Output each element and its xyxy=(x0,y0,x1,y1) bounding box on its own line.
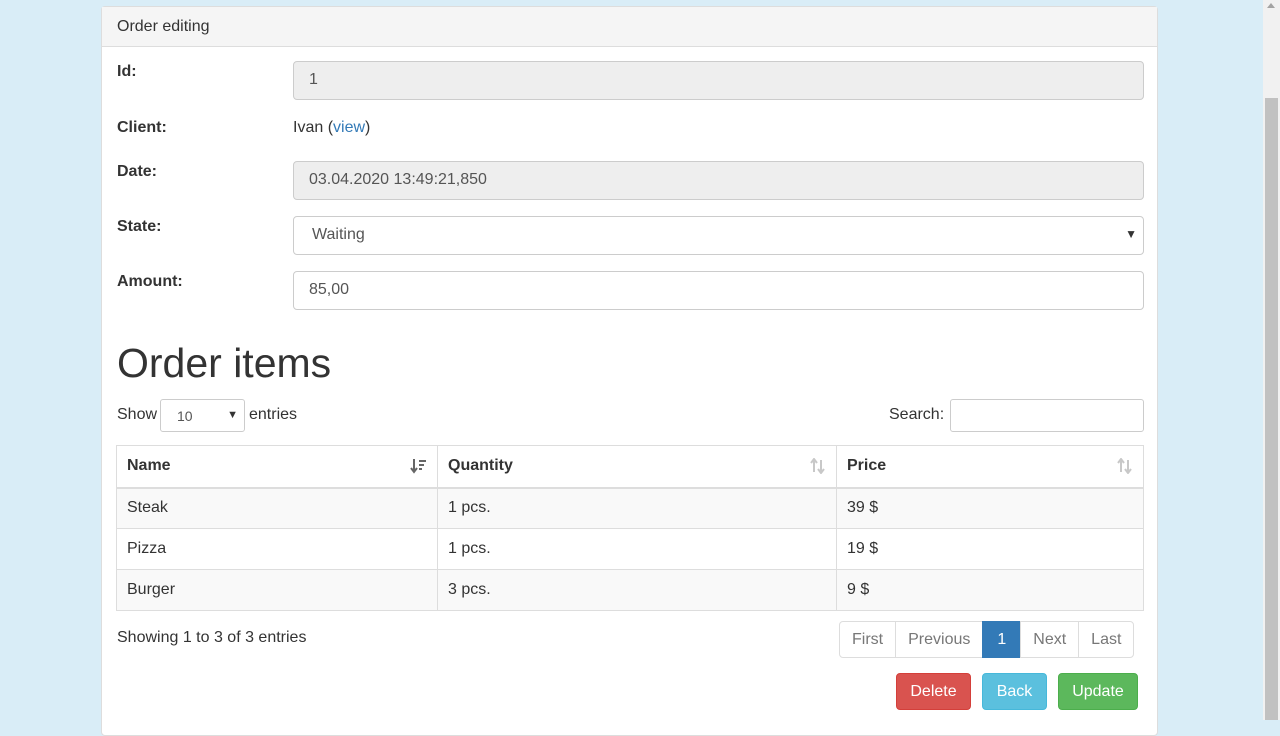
search-label: Search: xyxy=(889,406,945,423)
date-label: Date: xyxy=(117,163,158,180)
client-close-paren: ) xyxy=(365,119,371,136)
client-name: Ivan xyxy=(293,119,324,136)
table-row: Steak 1 pcs. 39 $ xyxy=(116,487,1144,529)
order-editing-panel: Order editing Id: 1 Client: Ivan (view) … xyxy=(101,6,1158,736)
cell-price: 9 $ xyxy=(836,569,1144,611)
date-field[interactable]: 03.04.2020 13:49:21,850 xyxy=(293,161,1144,200)
client-label: Client: xyxy=(117,119,167,136)
pagination-next[interactable]: Next xyxy=(1020,621,1080,658)
column-header-name[interactable]: Name xyxy=(116,445,438,489)
state-label: State: xyxy=(117,218,162,235)
sort-descending-icon xyxy=(410,459,426,474)
entries-select[interactable]: 10 ▼ xyxy=(160,399,245,432)
client-view-link[interactable]: view xyxy=(333,119,365,136)
chevron-down-icon: ▼ xyxy=(1125,227,1137,241)
cell-name: Burger xyxy=(116,569,438,611)
table-row: Burger 3 pcs. 9 $ xyxy=(116,569,1144,611)
sort-both-icon xyxy=(1117,458,1132,474)
id-field[interactable]: 1 xyxy=(293,61,1144,100)
sort-both-icon xyxy=(810,458,825,474)
entries-label: entries xyxy=(249,406,298,423)
pagination-previous[interactable]: Previous xyxy=(895,621,984,658)
scrollbar-thumb[interactable] xyxy=(1265,98,1278,720)
cell-quantity: 1 pcs. xyxy=(437,487,837,529)
order-items-table: Name Quantity Price Steak 1 pcs. 39 $ Pi… xyxy=(116,445,1144,611)
order-items-title: Order items xyxy=(117,340,332,386)
cell-price: 19 $ xyxy=(836,528,1144,570)
state-select-value: Waiting xyxy=(312,226,365,243)
amount-field[interactable]: 85,00 xyxy=(293,271,1144,310)
scroll-up-arrow-icon[interactable] xyxy=(1267,3,1275,8)
cell-quantity: 1 pcs. xyxy=(437,528,837,570)
table-info: Showing 1 to 3 of 3 entries xyxy=(117,629,307,646)
column-header-price[interactable]: Price xyxy=(836,445,1144,489)
cell-name: Pizza xyxy=(116,528,438,570)
update-button[interactable]: Update xyxy=(1058,673,1138,710)
pagination-last[interactable]: Last xyxy=(1078,621,1135,658)
table-row: Pizza 1 pcs. 19 $ xyxy=(116,528,1144,570)
cell-quantity: 3 pcs. xyxy=(437,569,837,611)
panel-heading: Order editing xyxy=(102,7,1157,47)
cell-name: Steak xyxy=(116,487,438,529)
pagination: First Previous 1 Next Last xyxy=(839,621,1135,658)
client-open-paren: ( xyxy=(323,119,334,136)
delete-button[interactable]: Delete xyxy=(896,673,971,710)
id-label: Id: xyxy=(117,63,137,80)
show-label: Show xyxy=(117,406,158,423)
entries-select-value: 10 xyxy=(177,408,193,424)
back-button[interactable]: Back xyxy=(982,673,1047,710)
cell-price: 39 $ xyxy=(836,487,1144,529)
page-scrollbar[interactable] xyxy=(1263,0,1280,720)
amount-label: Amount: xyxy=(117,273,183,290)
chevron-down-icon: ▼ xyxy=(227,409,238,421)
column-header-quantity[interactable]: Quantity xyxy=(437,445,837,489)
pagination-page-1[interactable]: 1 xyxy=(982,621,1022,658)
pagination-first[interactable]: First xyxy=(839,621,897,658)
search-input[interactable] xyxy=(950,399,1144,432)
state-select[interactable]: Waiting ▼ xyxy=(293,216,1144,255)
client-value: Ivan (view) xyxy=(293,119,370,137)
